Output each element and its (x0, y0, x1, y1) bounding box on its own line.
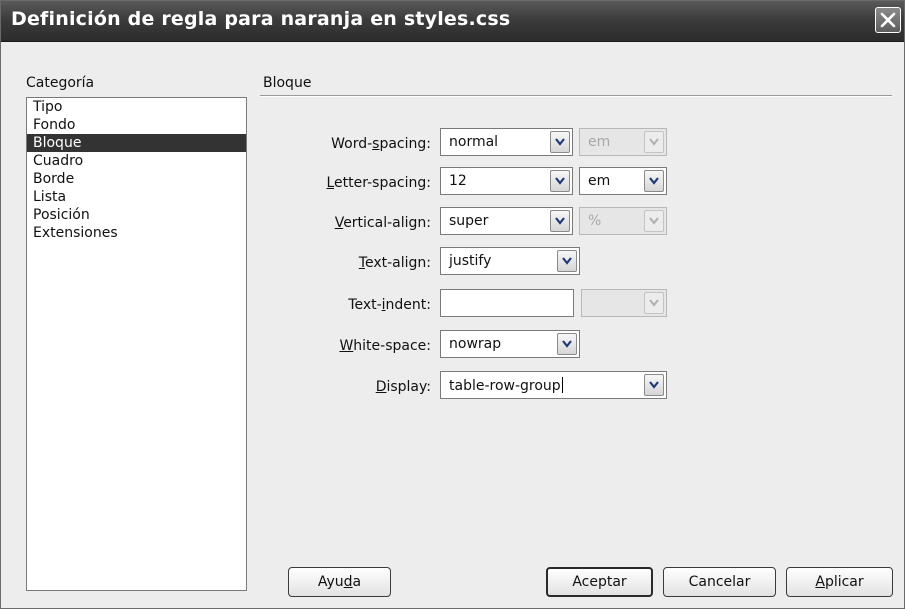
letter-spacing-label: Letter-spacing: (326, 175, 431, 191)
text-indent-unit-select[interactable] (581, 289, 667, 317)
white-space-label: White-space: (339, 338, 431, 354)
apply-button[interactable]: Aplicar (786, 567, 893, 597)
chevron-down-icon[interactable] (557, 250, 577, 272)
category-item[interactable]: Cuadro (27, 152, 246, 170)
vertical-align-select[interactable]: super (440, 207, 573, 235)
category-item[interactable]: Extensiones (27, 224, 246, 242)
vertical-align-label: Vertical-align: (334, 215, 431, 231)
word-spacing-label: Word-spacing: (331, 136, 431, 152)
chevron-down-icon[interactable] (550, 131, 570, 153)
chevron-down-icon (644, 131, 664, 153)
cancel-button[interactable]: Cancelar (663, 567, 776, 597)
display-select[interactable]: table-row-group (440, 371, 667, 399)
word-spacing-select[interactable]: normal (440, 128, 573, 156)
help-button[interactable]: Ayuda (288, 567, 391, 597)
category-item[interactable]: Posición (27, 206, 246, 224)
category-item[interactable]: Borde (27, 170, 246, 188)
css-rule-dialog: Definición de regla para naranja en styl… (0, 0, 905, 609)
close-button[interactable] (875, 7, 901, 33)
white-space-select[interactable]: nowrap (440, 330, 580, 358)
category-item[interactable]: Fondo (27, 116, 246, 134)
dialog-title: Definición de regla para naranja en styl… (11, 8, 511, 30)
display-label: Display: (375, 379, 431, 395)
letter-spacing-select[interactable]: 12 (440, 167, 573, 195)
category-list[interactable]: Tipo Fondo Bloque Cuadro Borde Lista Posición E… (26, 97, 247, 591)
text-align-select[interactable]: justify (440, 247, 580, 275)
word-spacing-unit-select[interactable]: em (579, 128, 667, 156)
title-bar[interactable]: Definición de regla para naranja en styl… (1, 1, 904, 42)
text-indent-label: Text-indent: (348, 297, 431, 313)
chevron-down-icon (644, 210, 664, 232)
text-indent-input[interactable] (440, 289, 574, 317)
section-divider (260, 95, 892, 97)
ok-button[interactable]: Aceptar (546, 567, 653, 597)
text-align-label: Text-align: (358, 255, 431, 271)
vertical-align-unit-select[interactable]: % (579, 207, 667, 235)
chevron-down-icon[interactable] (550, 210, 570, 232)
category-item[interactable]: Lista (27, 188, 246, 206)
category-item[interactable]: Bloque (27, 134, 246, 152)
letter-spacing-unit-select[interactable]: em (579, 167, 667, 195)
section-title: Bloque (263, 75, 312, 91)
chevron-down-icon (644, 292, 664, 314)
chevron-down-icon[interactable] (557, 333, 577, 355)
chevron-down-icon[interactable] (644, 374, 664, 396)
category-label: Categoría (26, 75, 95, 91)
category-item[interactable]: Tipo (27, 98, 246, 116)
text-caret (561, 377, 563, 393)
chevron-down-icon[interactable] (644, 170, 664, 192)
chevron-down-icon[interactable] (550, 170, 570, 192)
